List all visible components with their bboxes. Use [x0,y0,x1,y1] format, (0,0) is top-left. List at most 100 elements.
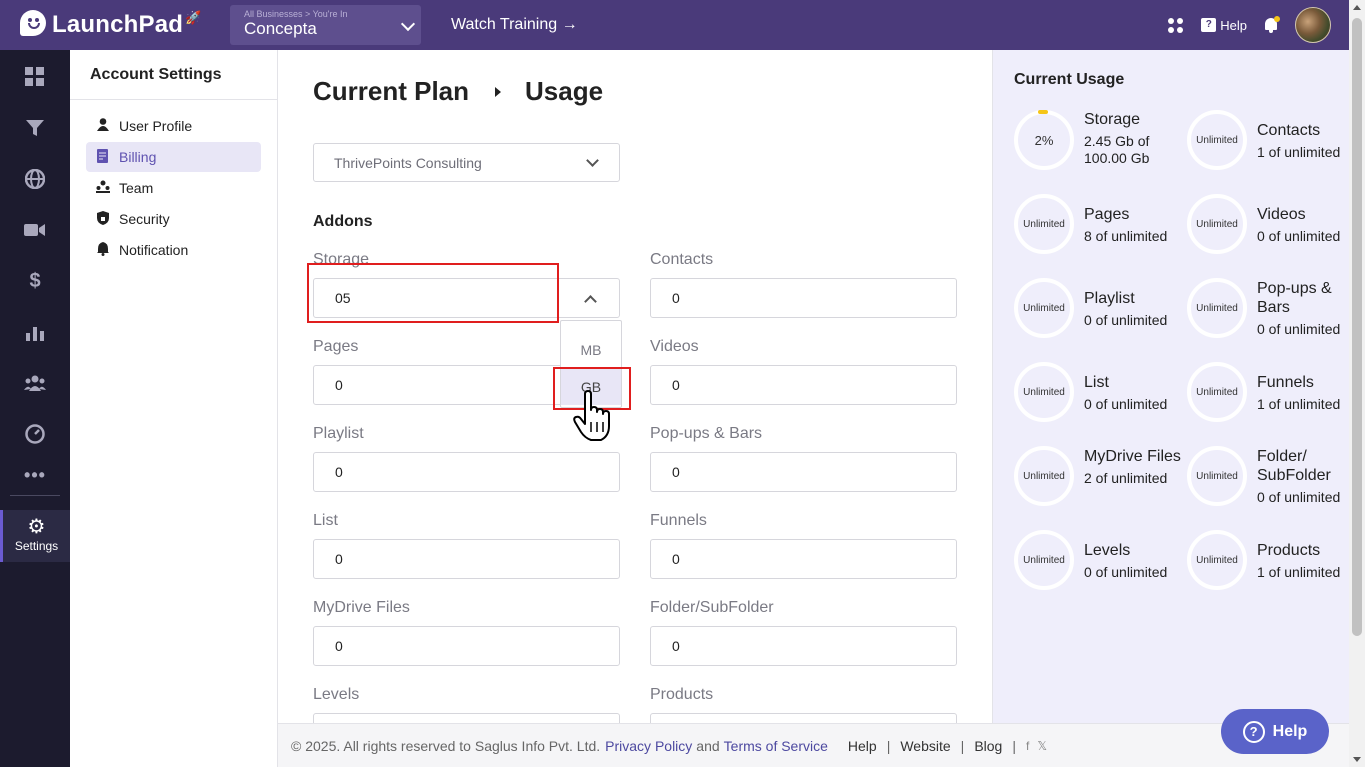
analytics-icon[interactable] [0,314,70,350]
nav-label: Security [119,211,170,227]
rail-item-settings[interactable]: ⚙ Settings [0,510,70,562]
playlist-value: 0 [335,464,343,480]
usage-item-products: Unlimited Products 1 of unlimited [1187,530,1357,594]
usage-value: 0 of unlimited [1084,312,1168,328]
usage-item-videos: Unlimited Videos 0 of unlimited [1187,194,1357,258]
dollar-icon[interactable]: $ [0,263,70,299]
playlist-input[interactable]: 0 [313,452,620,492]
mydrive-input[interactable]: 0 [313,626,620,666]
terms-of-service-link[interactable]: Terms of Service [724,738,828,754]
scroll-down-arrow-icon[interactable] [1353,757,1361,762]
help-label: Help [1220,17,1247,33]
storage-highlight-box [307,263,559,323]
usage-value: 0 of unlimited [1084,396,1168,412]
unit-option-mb[interactable]: MB [561,331,621,368]
usage-item-storage: 2% Storage 2.45 Gb of 100.00 Gb [1014,110,1184,174]
usage-progress-arc [1038,110,1048,114]
top-bar: LaunchPad 🚀 All Businesses > You're In C… [0,0,1349,50]
floating-help-button[interactable]: ? Help [1221,709,1329,754]
company-select-value: ThrivePoints Consulting [334,154,482,171]
team-icon [96,180,110,196]
list-input[interactable]: 0 [313,539,620,579]
rocket-icon: 🚀 [185,10,202,25]
more-icon[interactable]: ••• [0,457,70,493]
usage-name: Contacts [1257,122,1321,139]
breadcrumb-current-plan[interactable]: Current Plan [313,76,469,107]
usage-name: Folder/ SubFolder [1257,448,1331,484]
videos-value: 0 [672,377,680,393]
nav-label: User Profile [119,118,193,134]
levels-input[interactable] [313,713,620,723]
usage-item-playlist: Unlimited Playlist 0 of unlimited [1014,278,1184,342]
mydrive-label: MyDrive Files [313,599,410,616]
x-twitter-icon[interactable]: 𝕏 [1037,739,1047,753]
business-breadcrumb: All Businesses > You're In [244,9,348,19]
community-icon[interactable] [0,365,70,401]
funnels-input[interactable]: 0 [650,539,957,579]
bell-icon [96,241,110,259]
nav-item-billing[interactable]: Billing [86,142,261,172]
usage-name: List [1084,374,1109,391]
usage-value: 0 of unlimited [1257,321,1341,337]
nav-item-team[interactable]: Team [86,173,261,203]
notification-bell-icon[interactable] [1263,16,1280,34]
usage-name: Products [1257,542,1321,559]
usage-name: Pages [1084,206,1130,223]
help-link[interactable]: ? Help [1201,18,1247,33]
page-scrollbar[interactable] [1349,0,1365,767]
popups-input[interactable]: 0 [650,452,957,492]
launchpad-logo[interactable]: LaunchPad 🚀 [20,10,230,40]
chevron-down-icon [586,154,599,167]
scroll-thumb[interactable] [1352,18,1362,636]
contacts-label: Contacts [650,251,714,268]
usage-value: 8 of unlimited [1084,228,1168,244]
funnels-label: Funnels [650,512,707,529]
usage-ring-label: 2% [1034,132,1054,148]
videos-input[interactable]: 0 [650,365,957,405]
usage-value: 1 of unlimited [1257,144,1341,160]
main-content: Current Plan Usage ThrivePoints Consulti… [278,50,992,723]
usage-ring: Unlimited [1014,530,1074,590]
business-switcher[interactable]: All Businesses > You're In Concepta [230,5,421,45]
usage-item-pages: Unlimited Pages 8 of unlimited [1014,194,1184,258]
videos-label: Videos [650,338,699,355]
products-input[interactable] [650,713,957,723]
facebook-icon[interactable]: f [1026,739,1029,753]
footer-help-link[interactable]: Help [848,738,877,754]
dashboard-icon[interactable] [0,59,70,95]
usage-ring: Unlimited [1187,278,1247,338]
folder-input[interactable]: 0 [650,626,957,666]
video-icon[interactable] [0,212,70,248]
scroll-up-arrow-icon[interactable] [1353,5,1361,10]
usage-value: 1 of unlimited [1257,396,1341,412]
globe-icon[interactable] [0,161,70,197]
usage-name: MyDrive Files [1084,448,1181,465]
popups-value: 0 [672,464,680,480]
user-icon [96,118,110,134]
usage-value: 0 of unlimited [1084,564,1168,580]
speedometer-icon[interactable] [0,416,70,452]
storage-unit-toggle[interactable] [560,278,620,318]
nav-item-security[interactable]: Security [86,204,261,234]
contacts-input[interactable]: 0 [650,278,957,318]
footer-website-link[interactable]: Website [900,738,950,754]
usage-item-popups: Unlimited Pop-ups & Bars 0 of unlimited [1187,278,1357,342]
pages-label: Pages [313,338,359,355]
company-select[interactable]: ThrivePoints Consulting [313,143,620,182]
contacts-value: 0 [672,290,680,306]
funnel-icon[interactable] [0,110,70,146]
watch-training-link[interactable]: Watch Training → [451,16,578,34]
usage-name: Playlist [1084,290,1135,307]
nav-item-user-profile[interactable]: User Profile [86,111,261,141]
nav-label: Notification [119,242,189,258]
user-avatar[interactable] [1295,7,1331,43]
footer-blog-link[interactable]: Blog [974,738,1002,754]
current-usage-title: Current Usage [1014,71,1125,88]
folder-label: Folder/SubFolder [650,599,774,616]
account-settings-title: Account Settings [70,50,277,100]
usage-name: Videos [1257,206,1306,223]
nav-item-notification[interactable]: Notification [86,235,261,265]
privacy-policy-link[interactable]: Privacy Policy [605,738,692,754]
shield-icon [96,210,110,228]
apps-grid-icon[interactable] [1168,17,1184,33]
